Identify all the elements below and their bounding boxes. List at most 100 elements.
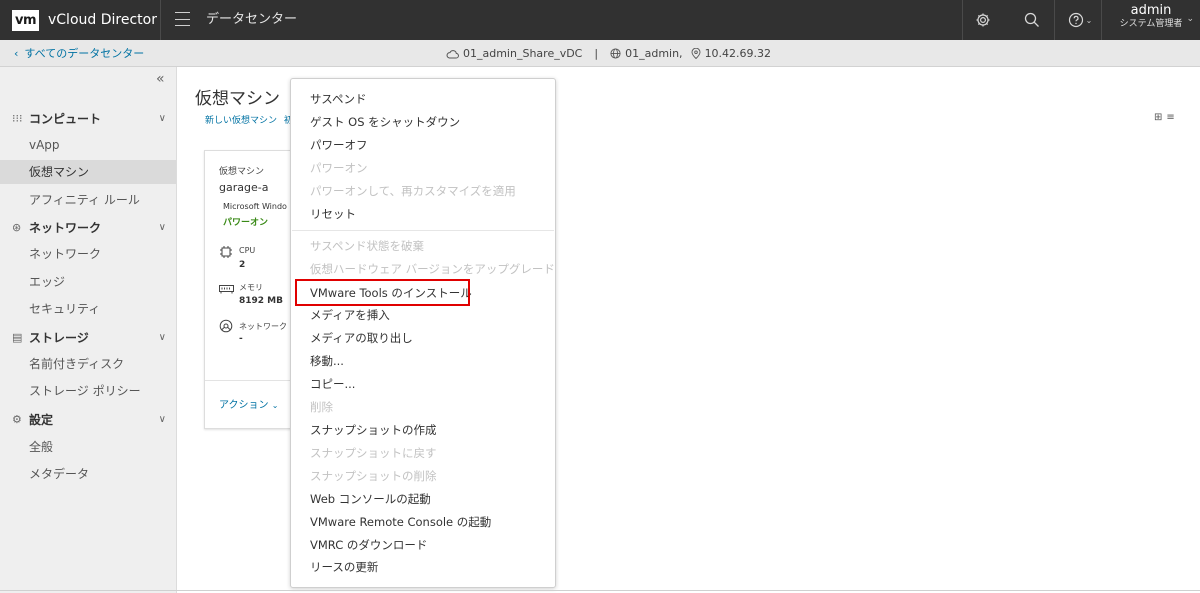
search-icon[interactable] [1019,0,1045,40]
chevron-down-icon: ∨ [158,331,166,343]
chevron-down-icon: ⌄ [1186,14,1194,24]
sidebar-item-affinity-rules[interactable]: アフィニティ ルール [0,188,176,212]
sidebar-item-storage-policies[interactable]: ストレージ ポリシー [0,379,176,403]
cpu-label: CPU [239,246,256,255]
sidebar-group-settings[interactable]: ⚙ 設定 ∨ [12,409,172,429]
vm-os: Microsoft Windo [223,202,287,211]
org-name: 01_admin, [625,47,683,60]
actions-dropdown-menu: サスペンド ゲスト OS をシャットダウン パワーオフ パワーオン パワーオンし… [290,78,556,588]
actions-label: アクション [219,400,269,411]
card-divider [205,380,303,381]
menu-item-discard-suspend: サスペンド状態を破棄 [310,239,424,253]
sidebar-group-label: ストレージ [29,330,89,345]
network-icon: ⊛ [12,220,22,234]
actions-button[interactable]: アクション ⌄ [219,396,278,411]
chevron-down-icon: ⌄ [271,401,279,410]
new-vm-link[interactable]: 新しい仮想マシン [205,116,277,126]
sidebar-group-networking[interactable]: ⊛ ネットワーク ∨ [12,217,172,237]
top-header: vm vCloud Director データセンター ⌄ admin システム管… [0,0,1200,40]
menu-item-shutdown-guest-os[interactable]: ゲスト OS をシャットダウン [310,112,460,132]
toolbar-links: 新しい仮想マシン 初 [205,113,293,126]
sidebar-item-security[interactable]: セキュリティ [0,297,176,321]
memory-label: メモリ [239,283,263,292]
sidebar-item-named-disks[interactable]: 名前付きディスク [0,352,176,376]
list-view-icon[interactable]: ≡ [1166,112,1174,123]
header-divider [1101,0,1102,40]
menu-item-power-on: パワーオン [310,161,368,175]
menu-item-launch-web-console[interactable]: Web コンソールの起動 [310,489,431,509]
vm-type-label: 仮想マシン [219,167,265,177]
menu-item-upgrade-hw-version: 仮想ハードウェア バージョンをアップグレード [310,262,555,276]
storage-icon: ▤ [12,330,23,344]
menu-item-delete: 削除 [310,400,333,414]
globe-icon [610,48,621,59]
menu-item-copy[interactable]: コピー... [310,374,355,394]
menu-item-launch-vmrc[interactable]: VMware Remote Console の起動 [310,512,491,532]
sidebar-item-metadata[interactable]: メタデータ [0,462,176,486]
vmware-logo: vm [12,9,39,31]
collapse-sidebar-icon[interactable]: « [156,71,165,87]
menu-item-install-vmware-tools[interactable]: VMware Tools のインストール [310,283,472,303]
page-bottom-border [0,590,1200,591]
menu-item-download-vmrc[interactable]: VMRC のダウンロード [310,535,427,555]
sidebar-item-general[interactable]: 全般 [0,435,176,459]
sidebar-item-vapp[interactable]: vApp [0,133,176,157]
vm-card[interactable]: 仮想マシン garage-a Microsoft Windo パワーオン CPU… [204,150,304,429]
memory-icon [219,283,234,298]
menu-item-suspend[interactable]: サスペンド [310,89,366,109]
back-link-label: すべてのデータセンター [24,47,145,60]
cpu-icon [219,245,233,263]
menu-item-eject-media[interactable]: メディアの取り出し [310,328,413,348]
network-value: - [239,334,243,344]
datacenter-nav-label[interactable]: データセンター [206,0,297,40]
view-toggle: ⊞ ≡ [1154,112,1175,123]
grid-icon: ⁝⁝⁝ [12,111,23,125]
menu-item-insert-media[interactable]: メディアを挿入 [310,305,390,325]
sidebar-group-label: コンピュート [29,111,102,126]
user-menu[interactable]: admin システム管理者 ⌄ [1112,3,1194,31]
sidebar-item-virtual-machines[interactable]: 仮想マシン [0,160,176,184]
context-separator: | [594,47,599,60]
chevron-down-icon: ∨ [158,112,166,124]
menu-item-delete-snapshot: スナップショットの削除 [310,469,437,483]
vdc-name: 01_admin_Share_vDC [463,47,583,60]
sidebar-item-networks[interactable]: ネットワーク [0,242,176,266]
vm-power-state: パワーオン [223,218,269,228]
sidebar-group-storage[interactable]: ▤ ストレージ ∨ [12,327,172,347]
menu-item-power-on-recustomize: パワーオンして、再カスタマイズを適用 [310,184,516,198]
help-icon[interactable]: ⌄ [1064,0,1096,40]
datacenter-context: 01_admin_Share_vDC | 01_admin, 10.42.69.… [446,40,771,67]
back-to-datacenters-link[interactable]: ‹ すべてのデータセンター [14,40,144,67]
grid-view-icon[interactable]: ⊞ [1154,112,1162,123]
site-ip: 10.42.69.32 [704,47,772,60]
memory-value: 8192 MB [239,296,283,306]
menu-item-reset[interactable]: リセット [310,204,356,224]
user-name: admin [1130,3,1172,18]
sidebar-group-label: ネットワーク [29,220,102,235]
vm-name: garage-a [219,181,269,194]
settings-icon: ⚙ [12,412,22,426]
menu-item-revert-snapshot: スナップショットに戻す [310,446,437,460]
sidebar-group-compute[interactable]: ⁝⁝⁝ コンピュート ∨ [12,108,172,128]
header-divider [1054,0,1055,40]
user-role: システム管理者 [1119,19,1183,29]
menu-item-power-off[interactable]: パワーオフ [310,135,368,155]
header-divider [160,0,161,40]
menu-item-create-snapshot[interactable]: スナップショットの作成 [310,420,437,440]
menu-item-move[interactable]: 移動... [310,351,344,371]
network-icon [219,319,233,337]
page-title: 仮想マシン [195,89,280,109]
chevron-down-icon: ∨ [158,413,166,425]
cloud-icon [446,49,459,58]
app-title: vCloud Director [48,12,157,28]
context-bar: ‹ すべてのデータセンター 01_admin_Share_vDC | 01_adm… [0,40,1200,67]
cpu-value: 2 [239,260,246,270]
menu-item-renew-lease[interactable]: リースの更新 [310,557,378,577]
sidebar-item-edges[interactable]: エッジ [0,270,176,294]
gear-icon[interactable] [970,0,996,40]
sidebar-group-label: 設定 [29,412,54,427]
chevron-down-icon: ∨ [158,221,166,233]
hamburger-menu-icon[interactable] [175,12,190,26]
network-label: ネットワーク [239,322,287,331]
chevron-left-icon: ‹ [14,47,19,60]
